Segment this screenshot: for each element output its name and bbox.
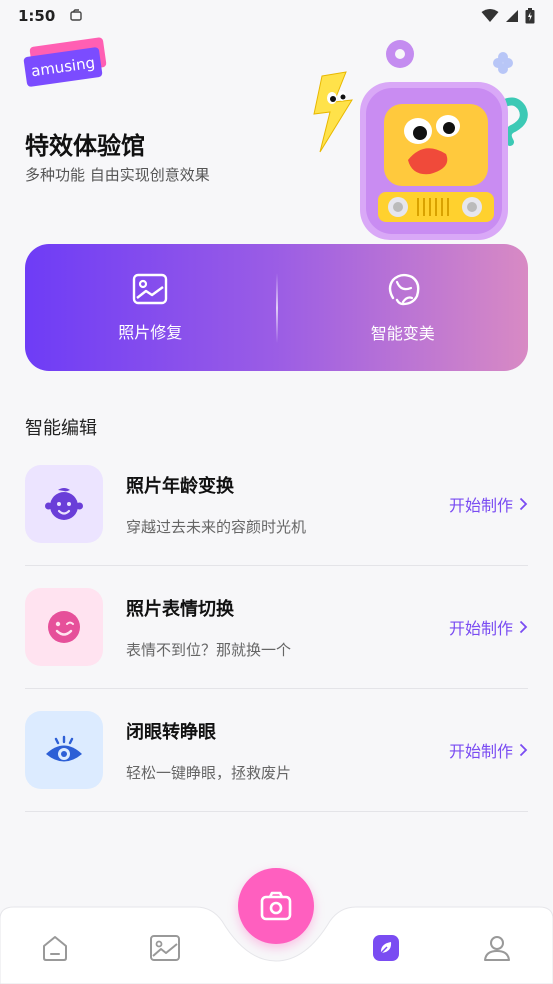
status-time: 1:50 (18, 7, 56, 25)
nav-profile[interactable] (480, 931, 514, 965)
feature-thumb (25, 588, 103, 666)
wifi-icon (481, 9, 499, 22)
home-icon (43, 936, 67, 961)
feature-thumb (25, 711, 103, 789)
section-title: 智能编辑 (25, 418, 97, 439)
gallery-icon (150, 935, 180, 961)
feature-thumb (25, 465, 103, 543)
feature-text: 照片表情切换 表情不到位？那就换一个 (126, 595, 291, 660)
feature-list: 照片年龄变换 穿越过去未来的容颜时光机 开始制作 照片表情切换 表情不到位？那就… (25, 443, 528, 812)
brand-badge: amusing (23, 36, 107, 88)
feature-desc: 轻松一键睁眼，拯救废片 (126, 763, 292, 782)
list-item-open-eyes[interactable]: 闭眼转睁眼 轻松一键睁眼，拯救废片 开始制作 (25, 689, 528, 812)
feature-title: 照片年龄变换 (126, 475, 234, 497)
start-button[interactable]: 开始制作 (449, 615, 528, 639)
start-button[interactable]: 开始制作 (449, 492, 528, 516)
profile-icon (484, 936, 510, 961)
feature-text: 闭眼转睁眼 轻松一键睁眼，拯救废片 (126, 718, 291, 783)
banner-item-beautify[interactable]: 智能变美 (278, 244, 529, 371)
banner-item-photo-restore[interactable]: 照片修复 (25, 244, 276, 371)
feature-title: 闭眼转睁眼 (126, 721, 216, 743)
banner-item-label: 照片修复 (118, 322, 183, 342)
feature-banner: 照片修复 智能变美 (25, 244, 528, 371)
chevron-right-icon (519, 743, 528, 757)
start-button-label: 开始制作 (448, 496, 513, 515)
nav-home[interactable] (38, 931, 72, 965)
camera-icon (260, 891, 292, 921)
page-title: 特效体验馆 (25, 132, 145, 160)
image-icon (133, 273, 168, 304)
feature-desc: 表情不到位？那就换一个 (126, 640, 292, 659)
eye-icon (46, 735, 82, 762)
smile-icon (48, 611, 80, 643)
feature-text: 照片年龄变换 穿越过去未来的容颜时光机 (126, 472, 306, 537)
camera-fab-button[interactable] (238, 868, 314, 944)
chevron-right-icon (519, 497, 528, 511)
effects-icon (373, 935, 399, 961)
page-subtitle: 多种功能 自由实现创意效果 (25, 166, 210, 184)
nav-effects[interactable] (369, 931, 403, 965)
tv-mascot-illustration (313, 40, 528, 240)
baby-face-icon (45, 488, 83, 520)
battery-icon (525, 8, 535, 24)
start-button-label: 开始制作 (448, 742, 513, 761)
list-item-expression-swap[interactable]: 照片表情切换 表情不到位？那就换一个 开始制作 (25, 566, 528, 689)
face-beauty-icon (388, 273, 420, 305)
banner-item-label: 智能变美 (370, 323, 435, 343)
list-item-age-transform[interactable]: 照片年龄变换 穿越过去未来的容颜时光机 开始制作 (25, 443, 528, 566)
signal-icon (506, 10, 518, 22)
nav-gallery[interactable] (148, 931, 182, 965)
start-button[interactable]: 开始制作 (449, 738, 528, 762)
feature-desc: 穿越过去未来的容颜时光机 (126, 517, 307, 536)
status-bar: 1:50 (0, 0, 553, 32)
chevron-right-icon (519, 620, 528, 634)
feature-title: 照片表情切换 (126, 598, 234, 620)
start-button-label: 开始制作 (448, 619, 513, 638)
notification-icon (70, 9, 83, 21)
